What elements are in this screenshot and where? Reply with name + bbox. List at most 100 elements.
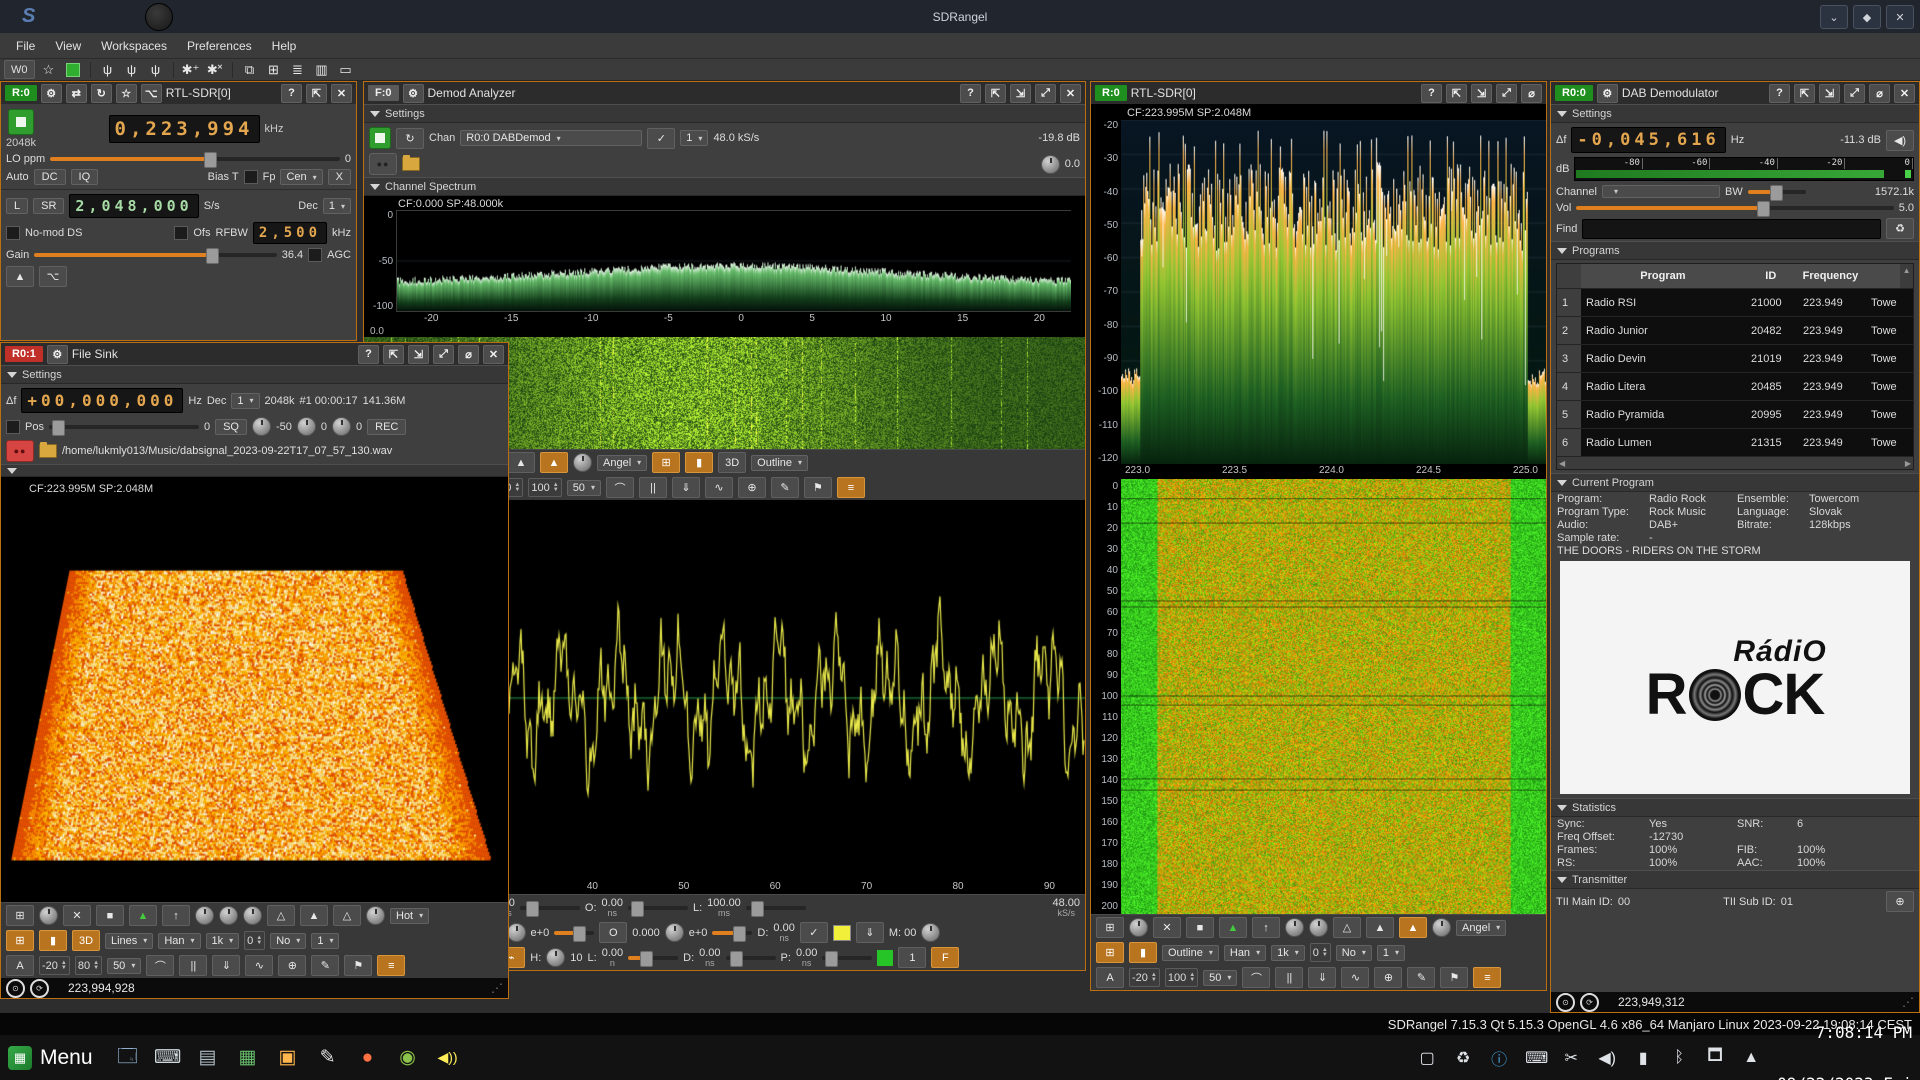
spectrum-collapse-header[interactable] xyxy=(1,464,508,477)
amp-knob[interactable] xyxy=(507,923,526,942)
range-spinner[interactable]: 80▲▼ xyxy=(75,956,102,975)
stroke-select[interactable]: 1▾ xyxy=(1377,945,1405,961)
menu-help[interactable]: Help xyxy=(262,35,307,57)
table-vscrollbar[interactable]: ▲ xyxy=(1900,264,1913,288)
record-active-icon[interactable]: ●● xyxy=(6,440,34,462)
program-row[interactable]: 4 Radio Litera 20485 223.949 Towe xyxy=(1557,373,1913,401)
compress-icon[interactable]: ⇲ xyxy=(1819,84,1840,103)
clear-programs-icon[interactable]: ♻ xyxy=(1886,218,1914,239)
help-icon[interactable]: ? xyxy=(960,84,981,103)
freeze-icon[interactable]: || xyxy=(639,477,667,498)
app-grid-icon[interactable]: ▦ xyxy=(235,1045,261,1071)
undock-icon[interactable]: ⇱ xyxy=(306,84,327,103)
websocket-icon[interactable]: ∿ xyxy=(1341,967,1369,988)
bw-slider[interactable] xyxy=(1748,190,1807,194)
max-hold-icon[interactable]: ↑ xyxy=(162,905,190,926)
pre-roll-knob[interactable] xyxy=(332,417,351,436)
offset-spinner[interactable]: 0▲▼ xyxy=(1310,943,1331,962)
tile-windows-icon[interactable]: ⊞ xyxy=(264,61,284,79)
markers-icon[interactable]: ⊕ xyxy=(738,477,766,498)
record-icon[interactable]: ●● xyxy=(369,153,397,175)
swap-device-icon[interactable]: ⇄ xyxy=(66,84,87,103)
col-program[interactable]: Program xyxy=(1581,270,1745,282)
folder-icon[interactable] xyxy=(39,444,57,458)
settings-header[interactable]: Settings xyxy=(364,104,1085,123)
window-select[interactable]: Han▾ xyxy=(1224,945,1266,961)
expand-icon[interactable]: ⤢ xyxy=(433,345,454,364)
help-icon[interactable]: ? xyxy=(281,84,302,103)
undock-icon[interactable]: ⇱ xyxy=(1446,84,1467,103)
log-scale-icon[interactable]: ⌒ xyxy=(146,955,174,976)
lo-ppm-slider[interactable] xyxy=(50,157,340,161)
3d-toggle-icon[interactable]: 3D xyxy=(72,930,100,951)
knob2[interactable] xyxy=(1285,918,1304,937)
clear-icon[interactable]: ✕ xyxy=(63,905,91,926)
gear-icon[interactable]: ⚙ xyxy=(47,345,68,364)
bias-t-checkbox[interactable] xyxy=(244,170,258,184)
gradient-icon[interactable]: ▲ xyxy=(1219,917,1247,938)
range-spinner[interactable]: 100▲▼ xyxy=(528,478,561,497)
tray-expand-icon[interactable]: ▲ xyxy=(1741,1049,1761,1067)
menu-workspaces[interactable]: Workspaces xyxy=(91,35,177,57)
editor-icon[interactable]: ✎ xyxy=(315,1045,341,1071)
annotation-icon[interactable]: ✎ xyxy=(771,477,799,498)
save-spectrum-icon[interactable]: ⇓ xyxy=(672,477,700,498)
close-icon[interactable]: ✕ xyxy=(483,345,504,364)
tray-info-icon[interactable]: ⓘ xyxy=(1489,1046,1509,1070)
background-swatch-icon[interactable]: ■ xyxy=(1186,917,1214,938)
spectrum-titlebar[interactable]: R:0 RTL-SDR[0] ? ⇱ ⇲ ⤢ ⌀ xyxy=(1091,82,1546,104)
hide-icon[interactable]: ⌀ xyxy=(458,345,479,364)
start-all-devices-icon[interactable] xyxy=(63,61,83,79)
pos-checkbox[interactable] xyxy=(6,420,20,434)
nomod-checkbox[interactable] xyxy=(6,226,20,240)
undock-icon[interactable]: ⇱ xyxy=(985,84,1006,103)
filter-fill-icon[interactable]: ▲ xyxy=(300,905,328,926)
terminal-icon[interactable]: ⌨ xyxy=(155,1045,181,1071)
averaging-select[interactable]: Angel▾ xyxy=(597,455,647,471)
colormap-select[interactable]: Hot▾ xyxy=(390,908,429,924)
demod-titlebar[interactable]: F:0 ⚙ Demod Analyzer ? ⇱ ⇲ ⤢ ✕ xyxy=(364,82,1085,104)
websocket-icon[interactable]: ∿ xyxy=(245,955,273,976)
undock-icon[interactable]: ⇱ xyxy=(383,345,404,364)
expand-icon[interactable]: ⤢ xyxy=(1035,84,1056,103)
tray-bluetooth-icon[interactable]: ᛒ xyxy=(1669,1049,1689,1067)
program-row[interactable]: 2 Radio Junior 20482 223.949 Towe xyxy=(1557,317,1913,345)
tray-battery-icon[interactable]: ▮ xyxy=(1633,1048,1653,1068)
tray-window-icon[interactable]: ▢ xyxy=(1417,1048,1437,1068)
shift-apply-icon[interactable]: ⟳ xyxy=(1580,993,1599,1012)
find-input[interactable] xyxy=(1582,219,1881,239)
table-hscrollbar[interactable]: ◀▶ xyxy=(1557,457,1913,469)
3d-toggle-icon[interactable]: 3D xyxy=(718,452,746,473)
websocket-icon[interactable]: ∿ xyxy=(705,477,733,498)
ofs-mode-button[interactable]: O xyxy=(599,922,627,943)
grid-icon[interactable]: ⊞ xyxy=(1096,917,1124,938)
speed-select[interactable]: 50▾ xyxy=(567,480,601,496)
fft-size-select[interactable]: 1k▾ xyxy=(206,933,240,949)
close-icon[interactable]: ✕ xyxy=(331,84,352,103)
current-program-header[interactable]: Current Program xyxy=(1551,473,1919,492)
close-icon[interactable]: ✕ xyxy=(1060,84,1081,103)
speed-select[interactable]: 50▾ xyxy=(1203,970,1237,986)
dab-titlebar[interactable]: R0:0 ⚙ DAB Demodulator ? ⇱ ⇲ ⤢ ⌀ ✕ xyxy=(1551,82,1919,104)
sink-3d-spectrogram[interactable]: CF:223.995M SP:2.048M xyxy=(1,477,508,902)
pre-slider[interactable] xyxy=(822,956,872,960)
iq-button[interactable]: IQ xyxy=(71,169,99,185)
feature-presets-icon[interactable]: ☆ xyxy=(39,61,59,79)
markers-icon[interactable]: ⊕ xyxy=(278,955,306,976)
help-icon[interactable]: ? xyxy=(358,345,379,364)
stroke-select[interactable]: 1▾ xyxy=(311,933,339,949)
statistics-header[interactable]: Statistics xyxy=(1551,798,1919,817)
gradient-icon[interactable]: ▲ xyxy=(129,905,157,926)
channel-marker-icon[interactable]: ⊙ xyxy=(6,979,25,998)
ofs-checkbox[interactable] xyxy=(174,226,188,240)
tray-display-icon[interactable]: 🗖 xyxy=(1705,1044,1725,1071)
knob4[interactable] xyxy=(243,906,262,925)
feature-settings-icon[interactable]: ✱˟ xyxy=(205,61,225,79)
transmitter-header[interactable]: Transmitter xyxy=(1551,870,1919,889)
knob1[interactable] xyxy=(1129,918,1148,937)
tabbed-windows-icon[interactable]: ▥ xyxy=(312,61,332,79)
hide-icon[interactable]: ⌀ xyxy=(1869,84,1890,103)
spectrum-menu-icon[interactable]: ≡ xyxy=(377,955,405,976)
vol-slider[interactable] xyxy=(1576,206,1893,210)
markers-icon[interactable]: ⊕ xyxy=(1374,967,1402,988)
